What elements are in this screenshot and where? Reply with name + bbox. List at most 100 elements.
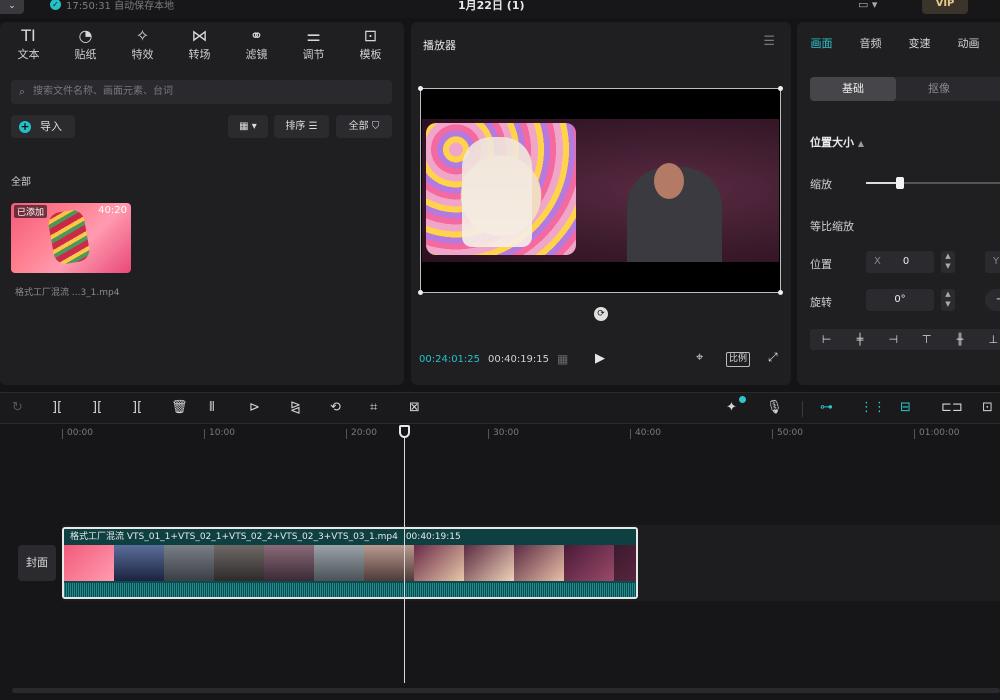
- position-x-field[interactable]: X0: [866, 251, 934, 273]
- vip-button[interactable]: VIP: [922, 0, 968, 14]
- audio-waveform: [64, 583, 636, 597]
- rotate-handle-icon[interactable]: ⟳: [594, 307, 608, 321]
- notification-dot: [739, 396, 746, 403]
- scale-slider[interactable]: [866, 177, 1000, 189]
- tab-picture[interactable]: 画面: [797, 22, 846, 66]
- position-y-field[interactable]: Y: [985, 251, 1000, 273]
- resize-handle[interactable]: [778, 290, 783, 295]
- playhead-handle[interactable]: [399, 425, 410, 438]
- resize-handle[interactable]: [418, 290, 423, 295]
- rotate-icon[interactable]: ⟲: [330, 400, 341, 415]
- rotate-stepper[interactable]: ▲ ▼: [941, 289, 955, 311]
- clip-title: 格式工厂混流 VTS_01_1+VTS_02_1+VTS_02_2+VTS_02…: [70, 532, 398, 542]
- menu-icon[interactable]: ☰: [763, 34, 775, 49]
- sort-button[interactable]: 排序 ☰: [274, 115, 329, 138]
- fit-view-icon[interactable]: ⌖: [696, 350, 703, 365]
- tab-speed[interactable]: 变速: [895, 22, 944, 66]
- section-title[interactable]: 位置大小 ▲: [810, 134, 864, 150]
- split-right-icon[interactable]: ][: [132, 400, 142, 415]
- align-center-v-icon[interactable]: ╫: [943, 329, 976, 350]
- ruler-label: 40:00: [635, 428, 661, 438]
- fullscreen-icon[interactable]: ⤢: [768, 350, 778, 365]
- media-clip-name: 格式工厂混流 ...3_1.mp4: [15, 288, 120, 298]
- horizontal-scrollbar[interactable]: [12, 688, 1000, 693]
- search-input[interactable]: 搜索文件名称、画面元素、台词: [11, 80, 392, 104]
- frame-thumbnail: [164, 545, 214, 581]
- y-prefix: Y: [993, 256, 1000, 267]
- align-center-h-icon[interactable]: ╪: [843, 329, 876, 350]
- reverse-icon[interactable]: ⊳: [249, 400, 260, 415]
- link-main-track-icon[interactable]: ⊶: [820, 400, 833, 415]
- tab-text[interactable]: TI 文本: [0, 22, 57, 66]
- slider-knob[interactable]: [896, 177, 904, 189]
- preview-canvas[interactable]: [418, 86, 783, 295]
- media-clip-thumbnail[interactable]: 已添加 40:20: [11, 203, 131, 273]
- ruler-tick: [488, 429, 489, 439]
- ruler-label: 00:00: [67, 428, 93, 438]
- preview-axis-icon[interactable]: ⊟: [900, 400, 911, 415]
- tab-animation[interactable]: 动画: [944, 22, 993, 66]
- tab-label: 转场: [188, 48, 211, 61]
- frame-thumbnail: [64, 545, 114, 581]
- video-frame: [422, 119, 779, 262]
- segment-basic[interactable]: 基础: [810, 77, 896, 101]
- grid-overlay-icon[interactable]: ▦: [557, 352, 568, 366]
- redo-icon[interactable]: ↻: [12, 400, 23, 415]
- x-value: 0: [902, 256, 910, 267]
- ruler-label: 10:00: [209, 428, 235, 438]
- split-icon[interactable]: ][: [52, 400, 62, 415]
- cover-button[interactable]: 封面: [18, 545, 56, 581]
- smart-edit-icon[interactable]: ⊠: [409, 400, 420, 415]
- ratio-button[interactable]: 比例: [726, 352, 751, 367]
- resize-handle[interactable]: [418, 86, 423, 91]
- tab-filter[interactable]: ⚭ 滤镜: [228, 22, 285, 66]
- align-top-icon[interactable]: ⊤: [910, 329, 943, 350]
- split-view-icon[interactable]: ⊏⊐: [941, 400, 963, 415]
- tab-label: 模板: [359, 48, 382, 61]
- tab-label: 调节: [302, 48, 325, 61]
- freeze-icon[interactable]: ⦀: [209, 400, 215, 415]
- filter-label: 全部: [348, 121, 369, 132]
- tab-audio[interactable]: 音频: [846, 22, 895, 66]
- menu-button[interactable]: ⌄: [0, 0, 24, 14]
- align-right-icon[interactable]: ⊣: [877, 329, 910, 350]
- property-tabs: 画面 音频 变速 动画: [797, 22, 1000, 66]
- tab-transition[interactable]: ⋈ 转场: [171, 22, 228, 66]
- segment-cutout[interactable]: 抠像: [896, 77, 982, 101]
- align-left-icon[interactable]: ⊢: [810, 329, 843, 350]
- caret-up-icon: ▲: [857, 139, 864, 148]
- filter-button[interactable]: 全部 ⛉: [336, 115, 392, 138]
- ruler-label: 50:00: [777, 428, 803, 438]
- timeline-clip[interactable]: 格式工厂混流 VTS_01_1+VTS_02_1+VTS_02_2+VTS_02…: [62, 527, 638, 599]
- play-icon: ▶: [595, 351, 605, 366]
- split-left-icon[interactable]: ][: [92, 400, 102, 415]
- resize-handle[interactable]: [778, 86, 783, 91]
- alignment-row: ⊢ ╪ ⊣ ⊤ ╫ ⊥: [810, 329, 1000, 350]
- position-x-stepper[interactable]: ▲ ▼: [941, 251, 955, 273]
- tab-sticker[interactable]: ◔ 贴纸: [57, 22, 114, 66]
- tab-template[interactable]: ⊡ 模板: [342, 22, 399, 66]
- view-mode-button[interactable]: ▦ ▾: [228, 115, 268, 138]
- zoom-fit-icon[interactable]: ⊡: [982, 400, 993, 415]
- uniform-scale-label: 等比缩放: [810, 220, 854, 233]
- mirror-icon[interactable]: ⧎: [290, 400, 301, 415]
- align-bottom-icon[interactable]: ⊥: [977, 329, 1000, 350]
- rotate-reset-button[interactable]: −: [985, 289, 1000, 311]
- tab-effects[interactable]: ✧ 特效: [114, 22, 171, 66]
- delete-icon[interactable]: 🗑: [171, 400, 188, 415]
- microphone-icon[interactable]: 🎙: [766, 400, 783, 415]
- filter-icon: ⚭: [249, 26, 264, 45]
- section-title-text: 位置大小: [810, 136, 854, 149]
- text-icon: TI: [21, 26, 36, 45]
- frame-thumbnail: [514, 545, 564, 581]
- play-button[interactable]: ▶: [595, 351, 605, 366]
- import-button[interactable]: + 导入: [11, 115, 75, 138]
- layout-icon[interactable]: ▭ ▾: [858, 0, 877, 11]
- bride-figure: [462, 137, 532, 247]
- rotate-field[interactable]: 0°: [866, 289, 934, 311]
- playhead[interactable]: [404, 425, 405, 683]
- ai-magic-icon[interactable]: ✦: [726, 400, 737, 415]
- crop-icon[interactable]: ⌗: [370, 400, 377, 415]
- snap-icon[interactable]: ⋮⋮: [860, 400, 886, 415]
- tab-adjust[interactable]: ⚌ 调节: [285, 22, 342, 66]
